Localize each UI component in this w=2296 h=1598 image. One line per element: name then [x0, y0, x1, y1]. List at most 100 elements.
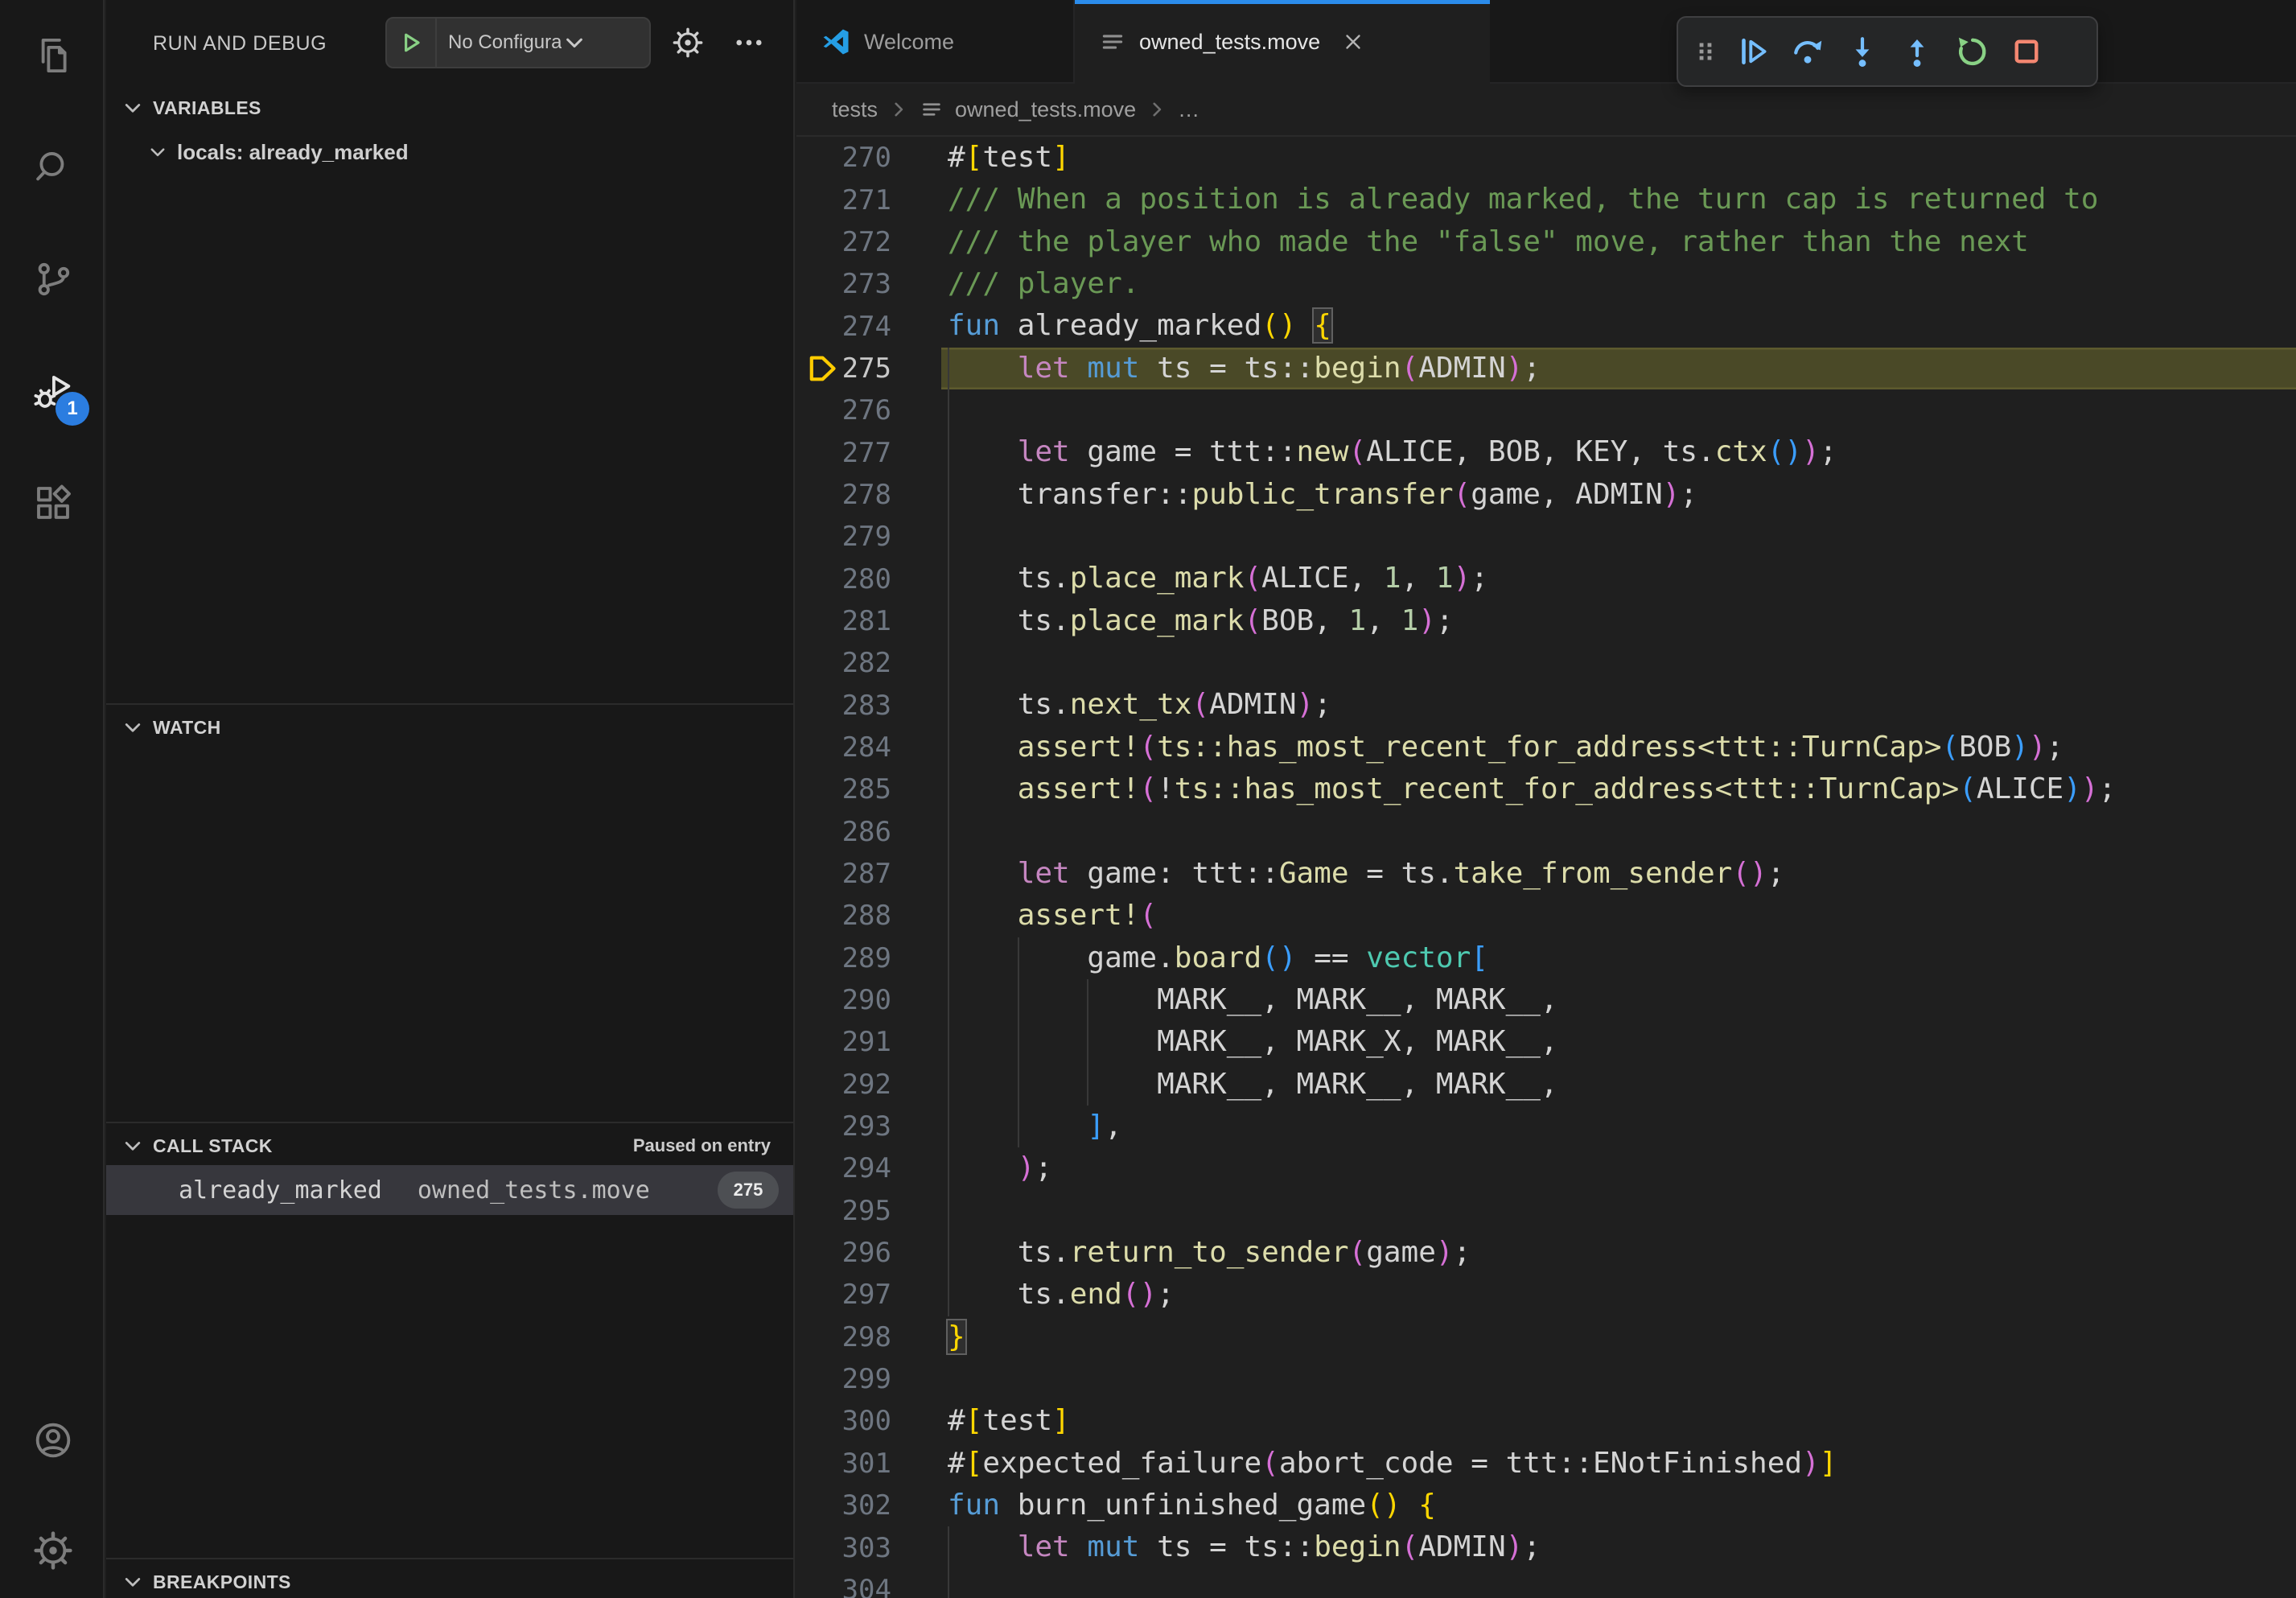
code-line-content[interactable]: let mut ts = ts::begin(ADMIN); [941, 348, 2296, 389]
step-out-button[interactable] [1892, 26, 1942, 77]
gutter-line-279[interactable]: 279 [796, 516, 941, 558]
code-line-content[interactable]: ts.end(); [941, 1274, 2296, 1316]
gutter-line-291[interactable]: 291 [796, 1021, 941, 1063]
code-line-content[interactable] [941, 516, 2296, 558]
code-line-content[interactable]: assert!(!ts::has_most_recent_for_address… [941, 768, 2296, 810]
gutter-line-287[interactable]: 287 [796, 853, 941, 895]
gutter-line-276[interactable]: 276 [796, 389, 941, 431]
gutter-line-295[interactable]: 295 [796, 1190, 941, 1232]
variables-scope-locals[interactable]: locals: already_marked [106, 130, 793, 174]
code-line-content[interactable]: /// When a position is already marked, t… [941, 179, 2296, 220]
breadcrumb-symbol[interactable]: … [1178, 97, 1199, 122]
gutter-line-278[interactable]: 278 [796, 474, 941, 516]
gutter-line-283[interactable]: 283 [796, 684, 941, 726]
gutter-line-285[interactable]: 285 [796, 768, 941, 810]
gutter-line-274[interactable]: 274 [796, 305, 941, 347]
gutter-line-280[interactable]: 280 [796, 558, 941, 599]
gutter-line-297[interactable]: 297 [796, 1274, 941, 1316]
gutter-line-304[interactable]: 304 [796, 1569, 941, 1598]
breadcrumb-file[interactable]: owned_tests.move [955, 97, 1136, 122]
gutter-line-298[interactable]: 298 [796, 1316, 941, 1358]
step-over-button[interactable] [1783, 26, 1833, 77]
code-line-content[interactable]: } [941, 1316, 2296, 1358]
code-line-content[interactable]: ts.return_to_sender(game); [941, 1232, 2296, 1274]
gutter-line-275[interactable]: 275 [796, 348, 941, 389]
code-line-content[interactable] [941, 811, 2296, 853]
code-line-content[interactable]: assert!( [941, 895, 2296, 937]
gutter-line-281[interactable]: 281 [796, 600, 941, 642]
code-line-content[interactable]: fun already_marked() { [941, 305, 2296, 347]
variables-section-header[interactable]: VARIABLES [106, 85, 793, 130]
restart-button[interactable] [1947, 26, 1997, 77]
code-line-content[interactable]: MARK__, MARK__, MARK__, [941, 979, 2296, 1021]
code-line-content[interactable]: #[expected_failure(abort_code = ttt::ENo… [941, 1443, 2296, 1485]
gutter-line-288[interactable]: 288 [796, 895, 941, 937]
step-into-button[interactable] [1837, 26, 1887, 77]
gutter-line-294[interactable]: 294 [796, 1147, 941, 1189]
code-line-content[interactable] [941, 1569, 2296, 1598]
gutter-line-282[interactable]: 282 [796, 642, 941, 684]
gutter-line-301[interactable]: 301 [796, 1443, 941, 1485]
activity-item-run-and-debug[interactable]: 1 [27, 364, 80, 418]
gutter-line-290[interactable]: 290 [796, 979, 941, 1021]
gutter-line-289[interactable]: 289 [796, 937, 941, 979]
code-line-content[interactable]: let game = ttt::new(ALICE, BOB, KEY, ts.… [941, 431, 2296, 473]
activity-item-source-control[interactable] [27, 253, 80, 306]
code-line-content[interactable]: #[test] [941, 137, 2296, 179]
code-line-content[interactable]: ); [941, 1147, 2296, 1189]
gutter-line-293[interactable]: 293 [796, 1106, 941, 1147]
code-line-content[interactable]: ts.place_mark(ALICE, 1, 1); [941, 558, 2296, 599]
watch-section-header[interactable]: WATCH [106, 705, 793, 750]
views-more-actions-icon[interactable] [732, 26, 766, 60]
start-debug-play-icon[interactable] [387, 19, 437, 67]
gutter-line-292[interactable]: 292 [796, 1064, 941, 1106]
gutter-line-302[interactable]: 302 [796, 1485, 941, 1526]
activity-item-account[interactable] [27, 1414, 80, 1467]
code-line-content[interactable]: game.board() == vector[ [941, 937, 2296, 979]
call-stack-frame-row[interactable]: already_marked owned_tests.move 275 [106, 1165, 793, 1215]
config-dropdown[interactable]: No Configura [385, 17, 651, 68]
activity-item-extensions[interactable] [27, 476, 80, 529]
code-line-content[interactable]: #[test] [941, 1400, 2296, 1442]
breadcrumb-folder[interactable]: tests [832, 97, 878, 122]
code-line-content[interactable] [941, 642, 2296, 684]
code-line-content[interactable] [941, 1358, 2296, 1400]
code-line-content[interactable]: ], [941, 1106, 2296, 1147]
gutter-line-271[interactable]: 271 [796, 179, 941, 220]
continue-button[interactable] [1728, 26, 1778, 77]
code-line-content[interactable] [941, 389, 2296, 431]
code-line-content[interactable]: /// the player who made the "false" move… [941, 221, 2296, 263]
breakpoints-section-header[interactable]: BREAKPOINTS [106, 1559, 793, 1598]
code-line-content[interactable]: MARK__, MARK_X, MARK__, [941, 1021, 2296, 1063]
gutter-line-270[interactable]: 270 [796, 137, 941, 179]
tab-welcome[interactable]: Welcome [796, 0, 1075, 84]
code-line-content[interactable]: ts.place_mark(BOB, 1, 1); [941, 600, 2296, 642]
code-line-content[interactable] [941, 1190, 2296, 1232]
stop-button[interactable] [2002, 26, 2051, 77]
code-line-content[interactable]: MARK__, MARK__, MARK__, [941, 1064, 2296, 1106]
gutter-line-284[interactable]: 284 [796, 727, 941, 768]
code-line-content[interactable]: /// player. [941, 263, 2296, 305]
code-line-content[interactable]: let mut ts = ts::begin(ADMIN); [941, 1526, 2296, 1568]
code-line-content[interactable]: ts.next_tx(ADMIN); [941, 684, 2296, 726]
code-line-content[interactable]: assert!(ts::has_most_recent_for_address<… [941, 727, 2296, 768]
drag-handle[interactable] [1688, 26, 1723, 77]
call-stack-section-header[interactable]: CALL STACK Paused on entry [106, 1123, 793, 1168]
activity-item-settings[interactable] [27, 1524, 80, 1577]
gutter-line-296[interactable]: 296 [796, 1232, 941, 1274]
code-line-content[interactable]: transfer::public_transfer(game, ADMIN); [941, 474, 2296, 516]
activity-item-explorer[interactable] [27, 29, 80, 82]
gutter-line-286[interactable]: 286 [796, 811, 941, 853]
gutter-line-303[interactable]: 303 [796, 1526, 941, 1568]
code-line-content[interactable]: let game: ttt::Game = ts.take_from_sende… [941, 853, 2296, 895]
gutter-line-300[interactable]: 300 [796, 1400, 941, 1442]
code-line-content[interactable]: fun burn_unfinished_game() { [941, 1485, 2296, 1526]
gutter-line-272[interactable]: 272 [796, 221, 941, 263]
gutter-line-273[interactable]: 273 [796, 263, 941, 305]
gutter-line-277[interactable]: 277 [796, 431, 941, 473]
tab-owned-tests-move[interactable]: owned_tests.move [1075, 0, 1490, 84]
activity-item-search[interactable] [27, 141, 80, 194]
close-icon[interactable] [1341, 30, 1365, 54]
gutter-line-299[interactable]: 299 [796, 1358, 941, 1400]
debug-settings-gear-icon[interactable] [671, 26, 705, 60]
